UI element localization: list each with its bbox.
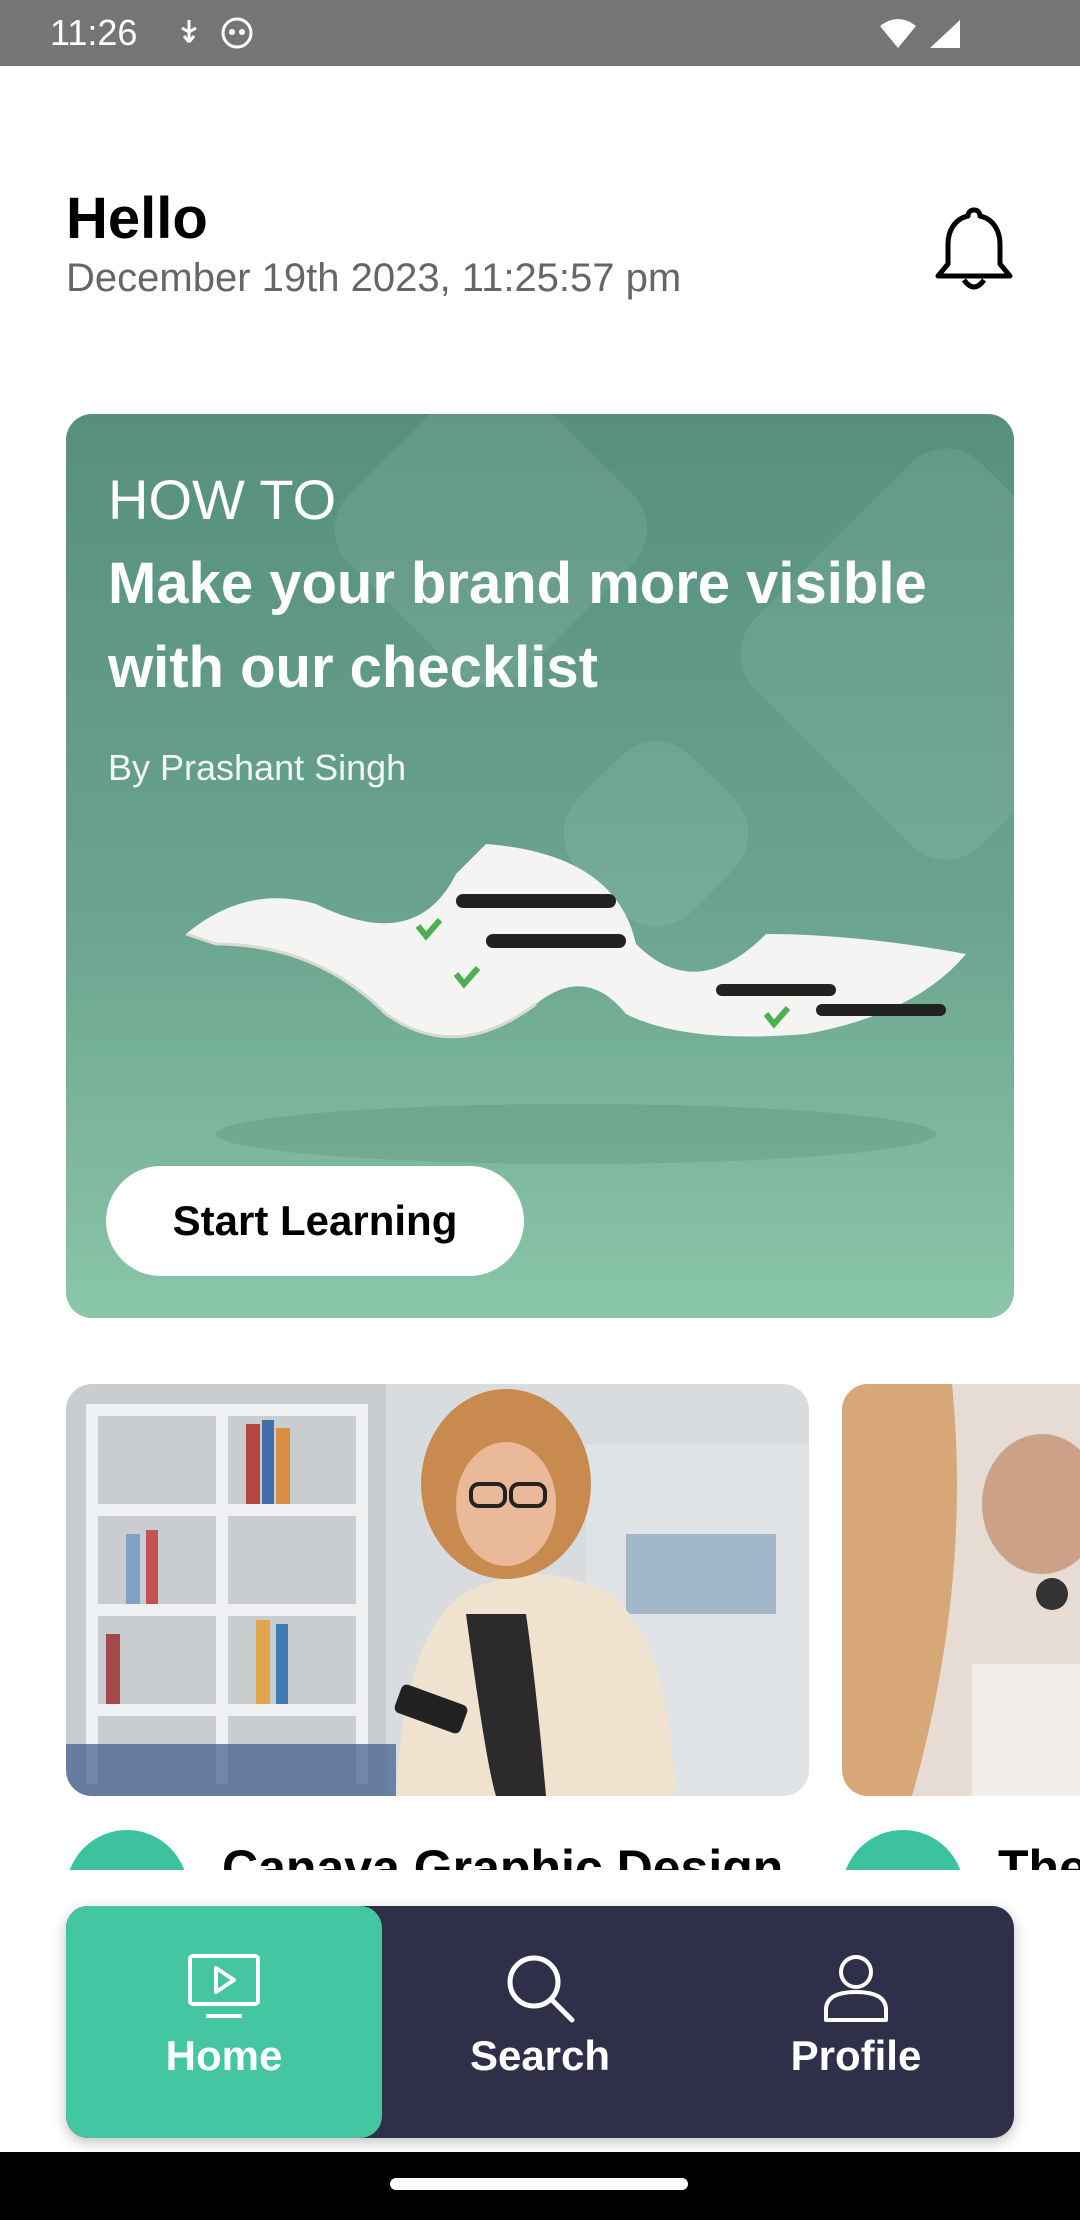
greeting-header: Hello December 19th 2023, 11:25:57 pm	[66, 186, 681, 302]
current-datetime: December 19th 2023, 11:25:57 pm	[66, 256, 682, 300]
course-title[interactable]: Canava Graphic Design	[222, 1830, 783, 1870]
robot-icon	[221, 17, 253, 49]
nav-profile-label: Profile	[790, 2032, 922, 2079]
status-bar: 11:26	[0, 0, 1080, 66]
user-icon	[824, 1955, 888, 2022]
nav-search[interactable]: Search	[382, 1906, 698, 2138]
nav-home-label: Home	[165, 2032, 283, 2079]
home-indicator[interactable]	[390, 2178, 688, 2190]
tv-play-icon	[188, 1954, 260, 2018]
course-photo-reading	[66, 1384, 809, 1796]
bottom-navigation: Home Search Profile	[66, 1906, 1014, 2138]
start-learning-button[interactable]: Start Learning	[106, 1166, 524, 1276]
play-icon[interactable]	[66, 1830, 188, 1870]
course-card-image[interactable]	[842, 1384, 1080, 1796]
hero-author: By Prashant Singh	[108, 747, 407, 788]
nav-search-label: Search	[469, 2032, 611, 2079]
greeting-title: Hello	[66, 186, 208, 251]
hero-title: Make your brand more visible with our ch…	[108, 551, 927, 700]
course-card-image[interactable]	[66, 1384, 809, 1796]
system-icons	[878, 18, 962, 50]
wifi-icon	[880, 19, 916, 48]
featured-article-card[interactable]: HOW TO Make your brand more visible with…	[66, 414, 1014, 1318]
notification-icons	[176, 16, 254, 50]
course-title[interactable]: The	[998, 1830, 1080, 1870]
nav-home[interactable]: Home	[66, 1906, 382, 2138]
nav-profile[interactable]: Profile	[698, 1906, 1014, 2138]
play-icon[interactable]	[842, 1830, 964, 1870]
search-icon	[507, 1955, 575, 2023]
status-time: 11:26	[50, 12, 138, 53]
course-title-row: Canava Graphic Design	[66, 1830, 808, 1870]
course-photo-blur	[842, 1384, 1080, 1796]
signal-icon	[930, 20, 960, 48]
checklist-illustration	[185, 844, 966, 1164]
course-title-row: The	[842, 1830, 1080, 1870]
bell-icon[interactable]	[932, 204, 1016, 296]
system-navigation-bar	[0, 2152, 1080, 2220]
hero-kicker: HOW TO	[108, 468, 337, 531]
usb-debug-icon	[181, 20, 197, 43]
